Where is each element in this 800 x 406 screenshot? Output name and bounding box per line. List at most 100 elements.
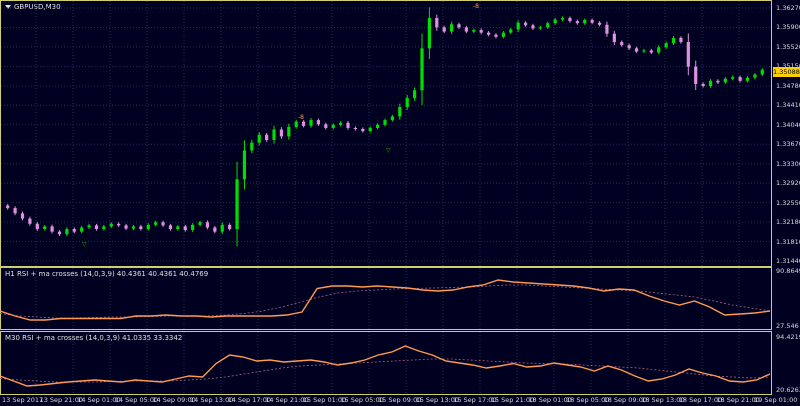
current-price-tag: 1.35088 [773,67,800,77]
candle-body [279,129,284,137]
candle-body [575,21,579,24]
candle-body [560,17,565,20]
candle-body [427,17,431,49]
candle-body [176,226,180,230]
candle-body [109,223,113,227]
candle-body [324,124,328,128]
candle-body [412,90,417,99]
price-tick-label: 1.35520 [776,42,800,51]
candle-body [553,19,557,24]
candle-body [309,120,313,126]
price-tick-label: 1.34040 [776,120,800,129]
candle-body [353,127,358,129]
candle-body [745,77,750,81]
candle-body [161,222,165,226]
candle-body [102,226,106,230]
time-tick-label: 19 Sep 01:00 [754,396,798,404]
candle-body [117,223,121,226]
fractal-label: -8 [298,114,304,121]
candle-body [316,120,321,125]
candle-body [191,224,195,231]
candle-body [131,226,136,229]
candle-body [538,27,542,29]
candle-body [43,226,47,230]
candle-body [28,218,32,224]
candle-body [205,222,210,228]
candle-body [183,226,187,231]
candle-body [376,124,380,128]
candle-body [597,22,602,25]
candle-body [501,32,505,37]
candle-body [442,27,446,32]
price-tick-label: 1.34780 [776,81,800,90]
candle-body [72,229,76,232]
candle-body [272,129,276,140]
rsi-tick-label: 90.8649 [776,267,800,275]
candle-body [716,80,720,83]
candle-body [168,225,173,230]
candle-body [94,225,99,230]
price-tick-label: 1.33670 [776,140,800,149]
candle-body [87,225,91,228]
candle-body [6,205,10,209]
candle-body [80,227,84,232]
candle-body [657,47,661,53]
candle-body [590,20,594,23]
candle-body [634,48,639,52]
candle-body [457,24,461,28]
candle-body [139,226,143,230]
candle-body [486,32,491,35]
candle-body [390,116,394,121]
candle-body [124,225,128,229]
candle-body [346,122,350,128]
candle-body [146,224,150,230]
price-tick-label: 1.34410 [776,101,800,110]
candle-body [642,50,646,52]
candle-body [287,126,291,137]
price-tick-label: 1.32920 [776,179,800,188]
candle-body [420,48,424,91]
candle-body [35,223,39,230]
candle-body [568,17,572,22]
candle-body [220,224,224,232]
candle-body [435,17,439,28]
candle-body [20,213,25,219]
candle-body [154,222,158,225]
candle-body [620,42,624,46]
price-tick-label: 1.31440 [776,257,800,265]
rsi2-signal-line [0,358,771,383]
candle-body [383,120,387,125]
candle-body [479,30,483,33]
rsi-tick-label: 94.4219 [776,333,800,341]
candle-body [523,22,528,26]
rsi-tick-label: 27.546 [776,322,799,330]
candle-body [627,45,631,49]
price-tick-label: 1.32550 [776,198,800,207]
candle-body [464,27,468,32]
candle-body [679,37,683,43]
candle-body [612,33,616,43]
candle-body [671,37,676,44]
candle-body [339,122,343,125]
candle-body [228,224,232,230]
candle-body [250,142,254,151]
price-tick-label: 1.32180 [776,218,800,227]
price-tick-label: 1.35900 [776,23,800,32]
candle-body [649,50,653,53]
chart-canvas: -8 -8 ▽ ▽ [0,1,771,394]
candle-body [494,34,498,37]
candle-body [257,134,261,143]
candle-body [516,22,520,30]
candle-body [235,179,239,230]
candle-body [449,24,454,32]
candle-body [583,20,587,24]
candle-body [664,43,668,48]
rsi1-line [0,279,771,321]
candle-body [731,77,735,79]
candle-body [701,83,705,87]
candle-body [294,121,298,127]
candle-body [509,29,513,33]
candle-body [723,78,727,83]
candle-body [265,134,269,140]
candle-body [65,229,69,235]
